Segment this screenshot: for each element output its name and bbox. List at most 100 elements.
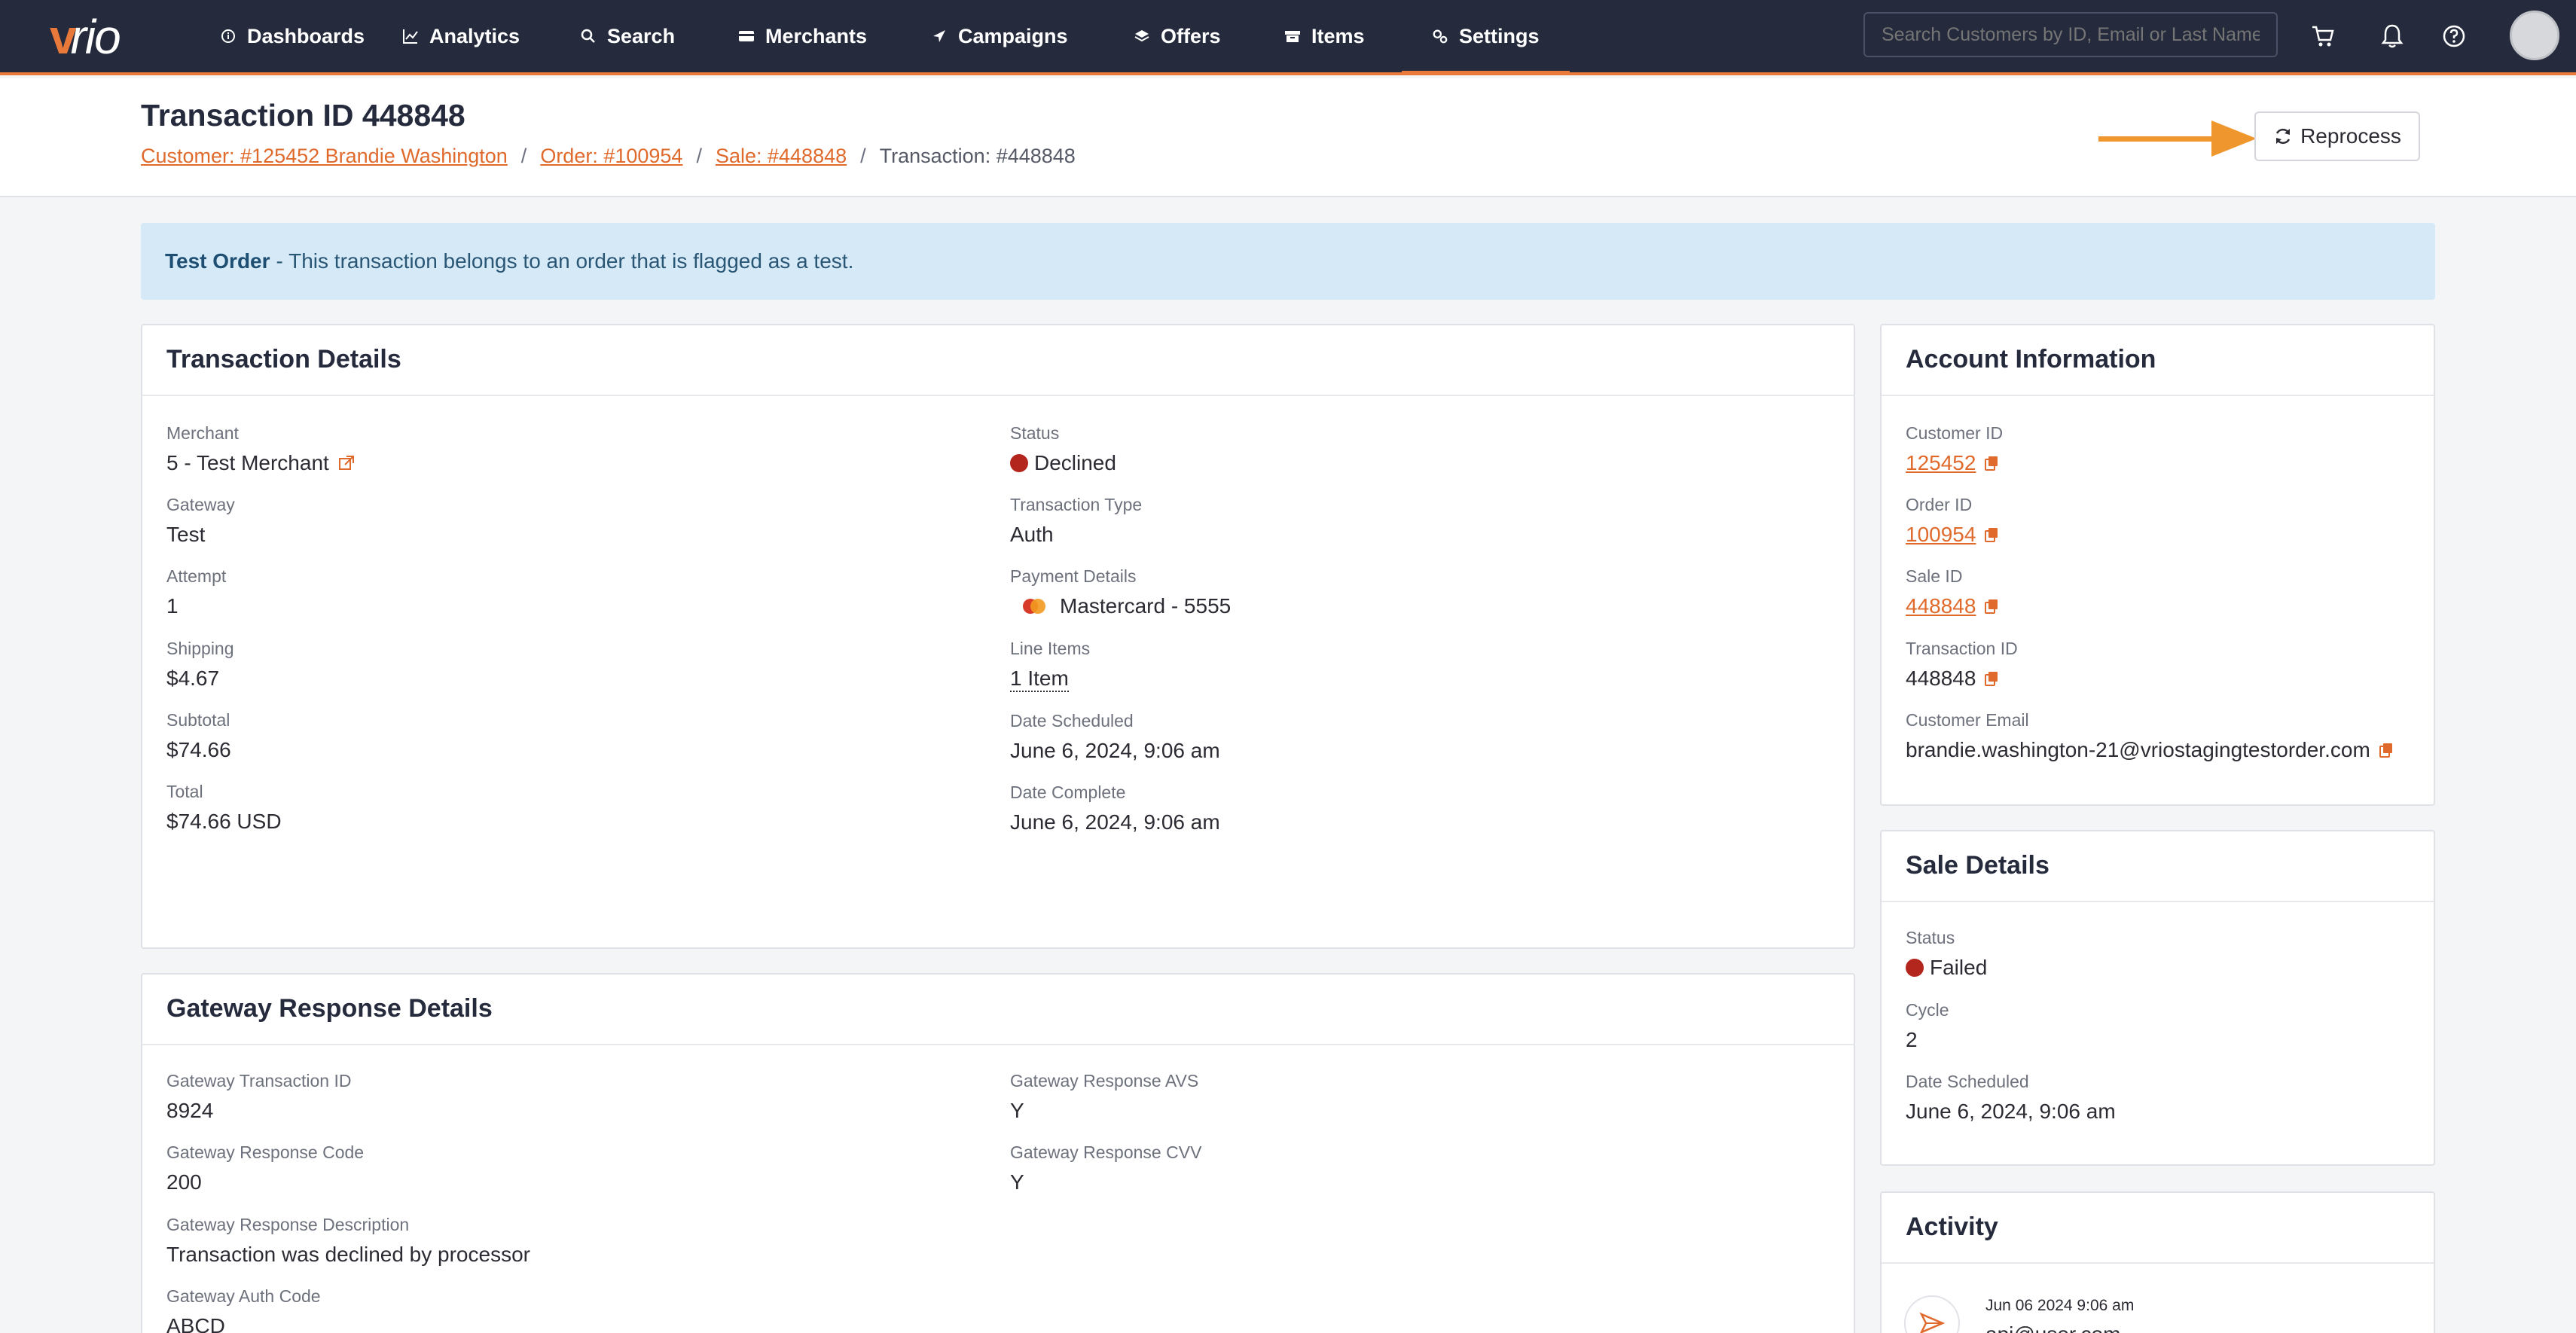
gateway-auth-code-field: Gateway Auth Code ABCD <box>166 1286 321 1333</box>
reprocess-button[interactable]: Reprocess <box>2254 111 2420 161</box>
breadcrumb-separator: / <box>860 145 866 167</box>
sale-id-link[interactable]: 448848 <box>1906 594 1976 618</box>
test-order-banner: Test Order - This transaction belongs to… <box>141 223 2435 300</box>
cycle-value: 2 <box>1906 1028 1918 1051</box>
order-id-link[interactable]: 100954 <box>1906 523 1976 547</box>
line-items-link[interactable]: 1 Item <box>1010 666 1069 692</box>
copy-icon[interactable] <box>1985 671 1998 686</box>
date-complete-value: June 6, 2024, 9:06 am <box>1010 810 1220 834</box>
copy-icon[interactable] <box>1985 599 1998 614</box>
breadcrumb-current: Transaction: #448848 <box>879 145 1076 167</box>
nav-search[interactable]: Search <box>580 0 675 72</box>
nav-items[interactable]: Items <box>1284 0 1365 72</box>
breadcrumb: Customer: #125452 Brandie Washington / O… <box>141 145 1076 168</box>
status-field: Status Declined <box>1010 423 1116 474</box>
gateway-transaction-id-field: Gateway Transaction ID 8924 <box>166 1071 352 1122</box>
breadcrumb-sale-link[interactable]: Sale: #448848 <box>716 145 847 168</box>
card-title: Account Information <box>1906 345 2156 374</box>
sale-status-field: Status Failed <box>1906 928 1988 979</box>
refresh-icon <box>2273 127 2293 146</box>
vrio-logo[interactable]: v rio <box>50 10 121 64</box>
breadcrumb-order-link[interactable]: Order: #100954 <box>540 145 682 168</box>
gateway-cvv-value: Y <box>1010 1170 1024 1194</box>
payment-details-field: Payment Details Mastercard - 5555 <box>1010 566 1232 618</box>
sale-date-scheduled-value: June 6, 2024, 9:06 am <box>1906 1100 2116 1123</box>
sale-id-field: Sale ID 448848 <box>1906 566 1998 618</box>
copy-icon[interactable] <box>2379 743 2393 758</box>
nav-label: Items <box>1311 24 1365 47</box>
gateway-response-code-value: 200 <box>166 1170 202 1194</box>
activity-card: Activity Jun 06 2024 9:06 am api@user.co… <box>1880 1191 2435 1333</box>
attempt-value: 1 <box>166 594 179 618</box>
attempt-field: Attempt 1 <box>166 566 227 618</box>
paper-plane-icon <box>931 28 948 44</box>
gateway-response-card: Gateway Response Details Gateway Transac… <box>141 973 1855 1333</box>
status-failed-dot <box>1906 959 1924 977</box>
sale-date-scheduled-field: Date Scheduled June 6, 2024, 9:06 am <box>1906 1072 2116 1123</box>
order-id-field: Order ID 100954 <box>1906 495 1998 547</box>
nav-campaigns[interactable]: Campaigns <box>931 0 1068 72</box>
banner-strong: Test Order <box>165 249 270 273</box>
nav-settings[interactable]: Settings <box>1402 0 1569 75</box>
total-value: $74.66 USD <box>166 810 282 833</box>
activity-date: Jun 06 2024 9:06 am <box>1985 1297 2135 1314</box>
info-icon <box>220 28 237 44</box>
gateway-transaction-id-value: 8924 <box>166 1099 214 1122</box>
reprocess-label: Reprocess <box>2300 124 2401 148</box>
credit-card-icon <box>738 28 755 44</box>
banner-text: - This transaction belongs to an order t… <box>276 249 854 273</box>
sale-details-card: Sale Details Status Failed Cycle 2 Date … <box>1880 830 2435 1166</box>
card-title: Gateway Response Details <box>166 994 493 1023</box>
customer-id-link[interactable]: 125452 <box>1906 451 1976 475</box>
transaction-details-card: Transaction Details Merchant 5 - Test Me… <box>141 324 1855 949</box>
card-title: Sale Details <box>1906 851 2050 880</box>
gateway-auth-code-value: ABCD <box>166 1314 225 1333</box>
gateway-response-description-field: Gateway Response Description Transaction… <box>166 1215 530 1266</box>
subtotal-field: Subtotal $74.66 <box>166 710 231 761</box>
date-scheduled-value: June 6, 2024, 9:06 am <box>1010 739 1220 762</box>
line-items-field: Line Items 1 Item <box>1010 639 1090 692</box>
date-complete-field: Date Complete June 6, 2024, 9:06 am <box>1010 782 1220 834</box>
gateway-field: Gateway Test <box>166 495 235 546</box>
breadcrumb-separator: / <box>696 145 702 167</box>
shipping-field: Shipping $4.67 <box>166 639 234 690</box>
nav-merchants[interactable]: Merchants <box>738 0 867 72</box>
gateway-avs-value: Y <box>1010 1099 1024 1122</box>
merchant-value: 5 - Test Merchant <box>166 451 329 474</box>
mastercard-icon <box>1019 596 1049 616</box>
gateway-value: Test <box>166 523 206 546</box>
gears-icon <box>1432 28 1448 44</box>
payment-value: Mastercard - 5555 <box>1060 594 1232 618</box>
chart-line-icon <box>402 28 419 44</box>
gateway-response-description-value: Transaction was declined by processor <box>166 1243 530 1266</box>
help-icon[interactable] <box>2439 21 2469 51</box>
gateway-avs-field: Gateway Response AVS Y <box>1010 1071 1199 1122</box>
gateway-response-code-field: Gateway Response Code 200 <box>166 1142 365 1194</box>
copy-icon[interactable] <box>1985 456 1998 471</box>
nav-label: Campaigns <box>958 24 1068 47</box>
cart-icon[interactable] <box>2308 21 2338 51</box>
status-declined-dot <box>1010 454 1028 472</box>
transaction-type-field: Transaction Type Auth <box>1010 495 1143 546</box>
bell-icon[interactable] <box>2377 21 2407 51</box>
user-avatar[interactable] <box>2510 11 2559 60</box>
nav-dashboards[interactable]: Dashboards <box>220 0 365 72</box>
box-icon <box>1284 28 1301 44</box>
merchant-field: Merchant 5 - Test Merchant <box>166 423 355 475</box>
search-icon <box>580 28 597 44</box>
copy-icon[interactable] <box>1985 527 1998 542</box>
total-field: Total $74.66 USD <box>166 782 282 833</box>
card-title: Activity <box>1906 1213 1998 1241</box>
nav-label: Offers <box>1161 24 1221 47</box>
date-scheduled-field: Date Scheduled June 6, 2024, 9:06 am <box>1010 711 1220 762</box>
external-link-icon[interactable] <box>338 455 355 471</box>
customer-search-input[interactable] <box>1863 12 2278 57</box>
breadcrumb-customer-link[interactable]: Customer: #125452 Brandie Washington <box>141 145 508 168</box>
customer-email-field: Customer Email brandie.washington-21@vri… <box>1906 710 2393 762</box>
subtotal-value: $74.66 <box>166 738 231 761</box>
nav-offers[interactable]: Offers <box>1134 0 1221 72</box>
breadcrumb-separator: / <box>520 145 527 167</box>
nav-analytics[interactable]: Analytics <box>402 0 520 72</box>
nav-label: Analytics <box>429 24 520 47</box>
card-title: Transaction Details <box>166 345 401 374</box>
